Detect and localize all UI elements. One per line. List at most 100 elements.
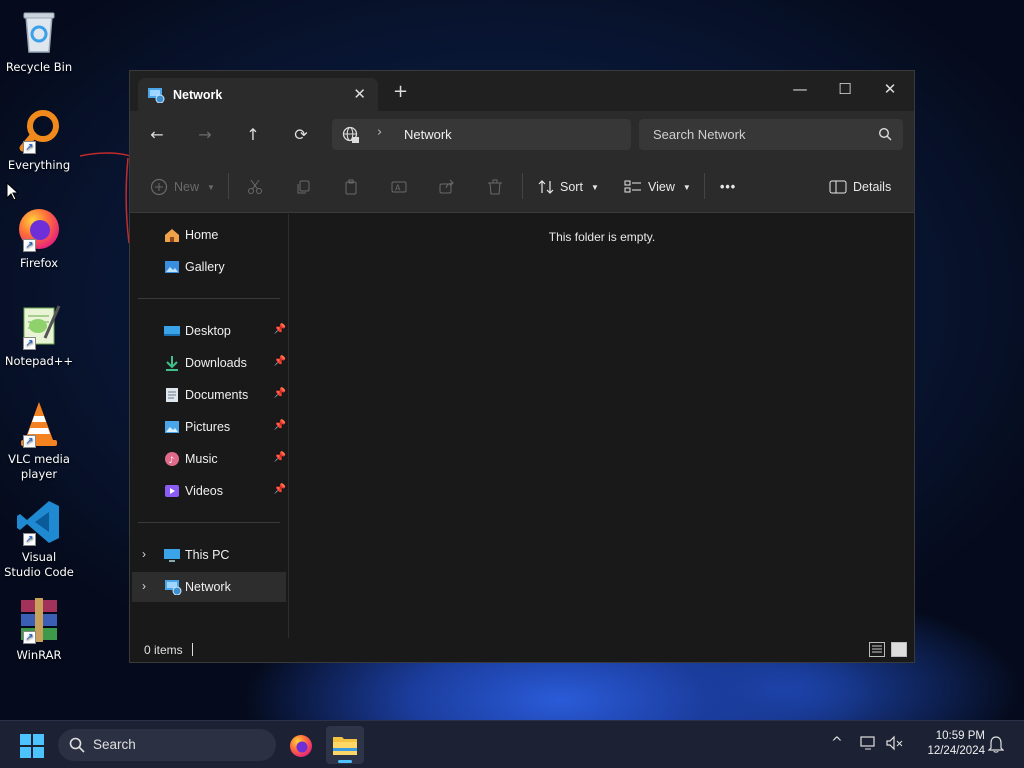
svg-text:A: A	[395, 184, 401, 193]
separator	[522, 173, 523, 199]
breadcrumb-chevron-icon[interactable]: ›	[377, 125, 382, 140]
desktop-icon-label: Everything	[7, 158, 71, 172]
file-explorer-window: Network ✕ + — ☐ ✕ ← → ↑ ⟳ › Network New ▼	[129, 70, 915, 663]
sidebar-item-home[interactable]: Home	[132, 220, 286, 250]
search-icon[interactable]	[878, 127, 892, 144]
large-icons-view-icon[interactable]	[891, 642, 907, 657]
separator	[138, 298, 280, 299]
shortcut-arrow-icon: ↗	[23, 533, 36, 546]
details-pane-icon	[829, 180, 847, 194]
sidebar-item-this-pc[interactable]: › This PC	[132, 540, 286, 570]
sidebar-item-network[interactable]: › Network	[132, 572, 286, 602]
taskbar-file-explorer-button[interactable]	[326, 726, 364, 764]
chevron-down-icon: ▼	[207, 182, 215, 192]
close-window-button[interactable]: ✕	[867, 75, 913, 103]
desktop-icon-recycle-bin[interactable]: Recycle Bin	[2, 8, 76, 75]
shortcut-arrow-icon: ↗	[23, 239, 36, 252]
pin-icon[interactable]: 📌	[274, 388, 286, 399]
new-tab-button[interactable]: +	[393, 83, 408, 101]
minimize-button[interactable]: —	[777, 75, 823, 103]
network-status-icon[interactable]	[860, 735, 878, 755]
pin-icon[interactable]: 📌	[274, 452, 286, 463]
show-hidden-icons-chevron-icon[interactable]: ^	[831, 735, 843, 751]
shortcut-arrow-icon: ↗	[23, 337, 36, 350]
details-view-icon[interactable]	[869, 642, 885, 657]
firefox-icon: ↗	[15, 204, 63, 252]
system-clock[interactable]: 10:59 PM 12/24/2024	[915, 729, 985, 759]
clock-time: 10:59 PM	[935, 730, 985, 742]
sidebar-item-music[interactable]: ♪ Music 📌	[132, 444, 286, 474]
sidebar-item-documents[interactable]: Documents 📌	[132, 380, 286, 410]
cut-icon[interactable]	[247, 177, 263, 197]
more-options-icon[interactable]: •••	[720, 177, 736, 197]
maximize-button[interactable]: ☐	[822, 75, 868, 103]
copy-icon[interactable]	[295, 177, 311, 197]
desktop-icon-everything[interactable]: ↗ Everything	[2, 106, 76, 173]
sidebar-item-downloads[interactable]: Downloads 📌	[132, 348, 286, 378]
taskbar-search-box[interactable]: Search	[58, 729, 276, 761]
chevron-right-icon[interactable]: ›	[142, 579, 146, 593]
chevron-down-icon: ▼	[682, 182, 691, 192]
forward-arrow-icon[interactable]: →	[192, 124, 218, 148]
music-icon: ♪	[164, 451, 180, 467]
view-button[interactable]: View ▼	[624, 177, 691, 197]
pin-icon[interactable]: 📌	[274, 356, 286, 367]
pin-icon[interactable]: 📌	[274, 420, 286, 431]
new-button[interactable]: New ▼	[150, 177, 215, 197]
sidebar-item-label: Network	[185, 580, 231, 594]
desktop-icon-vscode[interactable]: ↗ Visual Studio Code	[2, 498, 76, 580]
recycle-bin-icon	[15, 8, 63, 56]
winrar-books-icon: ↗	[15, 596, 63, 644]
pin-icon[interactable]: 📌	[274, 324, 286, 335]
refresh-icon[interactable]: ⟳	[288, 124, 314, 148]
navigation-pane: Home Gallery Desktop 📌 Downloads 📌 Docum…	[130, 214, 289, 638]
sort-arrows-icon	[538, 180, 554, 194]
mouse-pointer-icon	[6, 182, 18, 201]
details-button-label: Details	[853, 180, 892, 194]
sidebar-item-videos[interactable]: Videos 📌	[132, 476, 286, 506]
taskbar-firefox-button[interactable]	[282, 726, 320, 764]
clock-date: 12/24/2024	[927, 745, 985, 757]
volume-muted-icon[interactable]	[886, 735, 904, 755]
new-button-label: New	[174, 180, 200, 194]
chevron-right-icon[interactable]: ›	[142, 547, 146, 561]
details-button[interactable]: Details	[829, 177, 891, 197]
network-icon	[164, 579, 182, 596]
delete-trash-icon[interactable]	[487, 177, 503, 197]
sidebar-item-label: Gallery	[185, 260, 225, 274]
sidebar-item-gallery[interactable]: Gallery	[132, 252, 286, 282]
notepad-plus-plus-icon: ↗	[15, 302, 63, 350]
downloads-icon	[164, 355, 180, 371]
breadcrumb-network[interactable]: Network	[404, 127, 452, 142]
sidebar-item-label: Downloads	[185, 356, 247, 370]
sidebar-item-pictures[interactable]: Pictures 📌	[132, 412, 286, 442]
windows-start-icon[interactable]	[20, 734, 44, 758]
sidebar-item-desktop[interactable]: Desktop 📌	[132, 316, 286, 346]
notification-bell-icon[interactable]	[987, 735, 1005, 757]
tab-network[interactable]: Network ✕	[138, 78, 378, 111]
desktop-icon-vlc[interactable]: ↗ VLC media player	[2, 400, 76, 482]
sidebar-item-label: Videos	[185, 484, 223, 498]
sort-button[interactable]: Sort ▼	[538, 177, 599, 197]
command-bar: New ▼ A Sort ▼ View ▼ ••• Details	[130, 159, 914, 213]
sidebar-item-label: Documents	[185, 388, 249, 402]
rename-icon[interactable]: A	[391, 177, 407, 197]
pin-icon[interactable]: 📌	[274, 484, 286, 495]
share-icon[interactable]	[439, 177, 455, 197]
up-arrow-icon[interactable]: ↑	[240, 124, 266, 148]
status-divider	[192, 643, 193, 656]
desktop-icon-notepad-plus-plus[interactable]: ↗ Notepad++	[2, 302, 76, 369]
desktop-icon-label: Firefox	[19, 256, 59, 270]
sidebar-item-label: Music	[185, 452, 218, 466]
view-button-label: View	[648, 180, 675, 194]
paste-icon[interactable]	[343, 177, 359, 197]
address-bar[interactable]: › Network	[332, 119, 631, 150]
plus-circle-icon	[150, 178, 168, 196]
search-input[interactable]	[639, 119, 903, 150]
close-tab-icon[interactable]: ✕	[353, 85, 366, 103]
file-list-area[interactable]: This folder is empty.	[290, 214, 914, 638]
desktop-icon-winrar[interactable]: ↗ WinRAR	[2, 596, 76, 663]
back-arrow-icon[interactable]: ←	[144, 124, 170, 148]
everything-search-icon: ↗	[15, 106, 63, 154]
desktop-icon-firefox[interactable]: ↗ Firefox	[2, 204, 76, 271]
